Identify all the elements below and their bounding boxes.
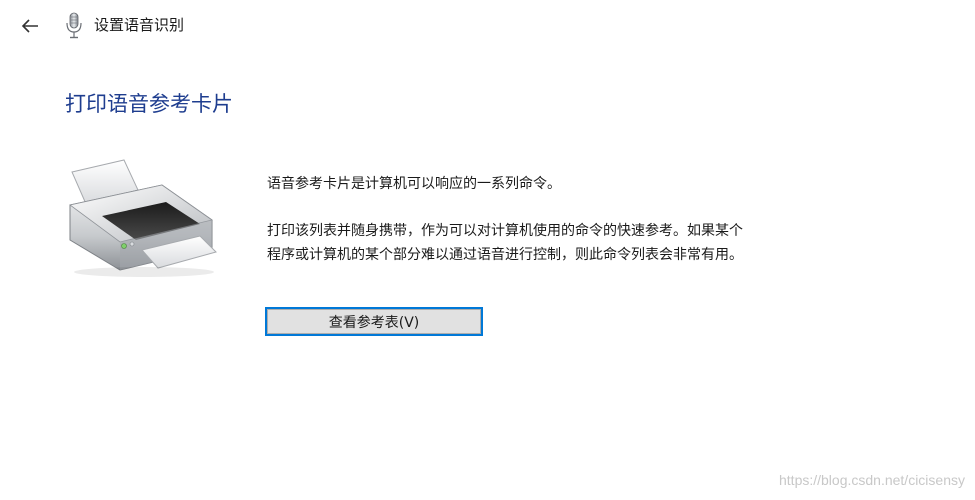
title-bar: 设置语音识别 [0, 0, 975, 50]
back-arrow-icon [21, 19, 38, 33]
instructions-line-1: 打印该列表并随身携带，作为可以对计算机使用的命令的快速参考。如果某个 [267, 223, 743, 239]
view-reference-sheet-label: 查看参考表(V) [267, 309, 481, 334]
window-title: 设置语音识别 [94, 16, 185, 34]
instructions-text: 打印该列表并随身携带，作为可以对计算机使用的命令的快速参考。如果某个 程序或计算… [267, 219, 743, 267]
watermark: https://blog.csdn.net/cicisensy [779, 472, 965, 488]
view-reference-sheet-button[interactable]: 查看参考表(V) [265, 307, 483, 336]
instructions-line-2: 程序或计算机的某个部分难以通过语音进行控制，则此命令列表会非常有用。 [267, 247, 743, 263]
description-text: 语音参考卡片是计算机可以响应的一系列命令。 [267, 176, 561, 192]
wizard-page: 设置语音识别 打印语音参考卡片 语音参考卡片是计算机可以响应的一系列命令。 打印… [0, 0, 975, 500]
page-heading: 打印语音参考卡片 [65, 92, 233, 116]
printer-icon [62, 150, 222, 280]
back-button[interactable] [16, 12, 44, 40]
microphone-icon [64, 12, 84, 40]
